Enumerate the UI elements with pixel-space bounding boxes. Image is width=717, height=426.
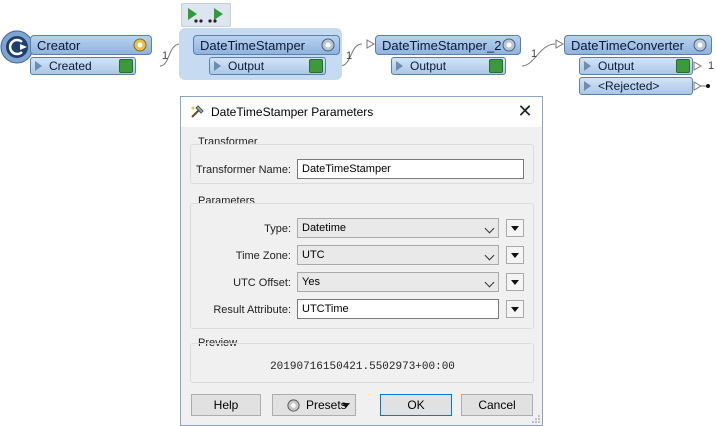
cancel-button[interactable]: Cancel <box>461 394 533 416</box>
utc-offset-menu-button[interactable] <box>506 273 524 291</box>
inspect-icon[interactable] <box>309 59 323 73</box>
close-icon[interactable]: ✕ <box>516 102 534 120</box>
node-title: Creator <box>37 38 81 53</box>
preview-value: 20190716150421.5502973+00:00 <box>270 361 455 373</box>
datetimestamper-output-port[interactable]: Output <box>209 57 326 75</box>
result-attribute-input[interactable]: UTCTime <box>297 299 499 319</box>
chevron-down-icon <box>484 223 495 234</box>
transformer-name-label: Transformer Name: <box>196 164 291 176</box>
datetimestamper-2-output-port[interactable]: Output <box>391 57 506 75</box>
timezone-value: UTC <box>302 249 325 261</box>
type-label: Type: <box>264 223 291 235</box>
ok-button[interactable]: OK <box>380 394 452 416</box>
datetimestamper-2-node[interactable]: DateTimeStamper_2 <box>375 35 521 55</box>
gear-icon[interactable] <box>501 37 517 53</box>
result-attribute-label: Result Attribute: <box>213 304 291 316</box>
datetimestamper-node[interactable]: DateTimeStamper <box>193 35 340 55</box>
presets-button[interactable]: Presets <box>272 394 356 416</box>
help-button[interactable]: Help <box>191 394 261 416</box>
run-from-this-icon[interactable] <box>207 6 227 24</box>
result-attribute-menu-button[interactable] <box>506 300 524 318</box>
gear-icon[interactable] <box>320 37 336 53</box>
parameters-dialog: DateTimeStamper Parameters ✕ Transformer… <box>180 96 543 426</box>
datetimeconverter-node[interactable]: DateTimeConverter <box>564 35 712 55</box>
ok-button-label: OK <box>407 398 425 412</box>
port-arrow-icon <box>396 61 403 71</box>
type-select[interactable]: Datetime <box>297 218 499 238</box>
presets-button-label: Presets <box>306 398 347 412</box>
port-arrow-icon <box>584 61 591 71</box>
timezone-label: Time Zone: <box>235 250 291 262</box>
utc-offset-label: UTC Offset: <box>233 277 291 289</box>
feature-count: 1 <box>708 60 715 72</box>
inspect-icon[interactable] <box>489 59 503 73</box>
gear-icon[interactable] <box>692 37 708 53</box>
node-quick-toolbar <box>181 3 231 27</box>
port-label: Created <box>49 59 92 73</box>
transformer-name-input[interactable]: DateTimeStamper <box>297 159 524 179</box>
gear-icon <box>287 399 300 412</box>
port-label: <Rejected> <box>598 79 660 93</box>
feature-count: 1 <box>531 48 538 60</box>
port-arrow-icon <box>35 61 42 71</box>
datetimeconverter-output-port[interactable]: Output <box>579 57 693 75</box>
timezone-menu-button[interactable] <box>506 246 524 264</box>
datetimeconverter-rejected-port[interactable]: <Rejected> <box>579 77 693 95</box>
utc-offset-value: Yes <box>302 276 320 288</box>
port-label: Output <box>228 59 265 73</box>
node-title: DateTimeConverter <box>571 38 684 53</box>
creator-node[interactable]: Creator <box>30 35 152 55</box>
caret-down-icon <box>342 403 350 408</box>
chevron-down-icon <box>484 277 495 288</box>
node-title: DateTimeStamper <box>200 38 305 53</box>
timezone-select[interactable]: UTC <box>297 245 499 265</box>
gear-icon[interactable] <box>132 37 148 53</box>
chevron-down-icon <box>484 250 495 261</box>
creator-output-port[interactable]: Created <box>30 57 136 75</box>
port-arrow-icon <box>584 81 591 91</box>
node-title: DateTimeStamper_2 <box>382 38 502 53</box>
dialog-titlebar[interactable]: DateTimeStamper Parameters ✕ <box>181 97 542 127</box>
type-value: Datetime <box>302 222 347 234</box>
inspect-icon[interactable] <box>676 59 690 73</box>
utc-offset-select[interactable]: Yes <box>297 272 499 292</box>
run-to-this-icon[interactable] <box>185 6 205 24</box>
resize-grip-icon[interactable] <box>532 415 540 423</box>
cancel-button-label: Cancel <box>478 398 516 412</box>
type-menu-button[interactable] <box>506 219 524 237</box>
feature-count: 1 <box>162 50 169 62</box>
help-button-label: Help <box>213 398 239 412</box>
inspect-icon[interactable] <box>119 59 133 73</box>
port-arrow-icon <box>214 61 221 71</box>
transformer-icon <box>191 105 204 118</box>
port-label: Output <box>410 59 447 73</box>
dialog-title: DateTimeStamper Parameters <box>211 105 374 119</box>
feature-count: 1 <box>346 50 353 62</box>
port-label: Output <box>598 59 635 73</box>
